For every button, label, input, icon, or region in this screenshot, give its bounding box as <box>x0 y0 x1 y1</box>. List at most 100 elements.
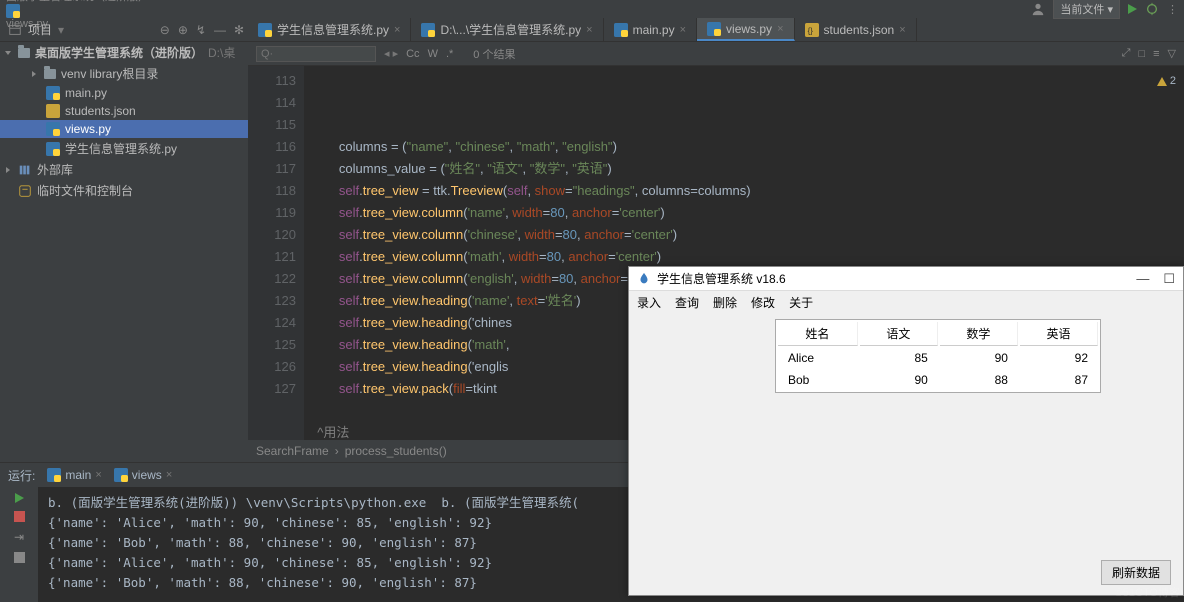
run-tab-views[interactable]: views× <box>114 468 172 482</box>
filter-icon[interactable]: ▽ <box>1168 47 1176 60</box>
python-icon <box>46 86 60 100</box>
settings-icon[interactable]: ✻ <box>230 23 248 37</box>
file-views[interactable]: views.py <box>0 120 248 138</box>
chevron-right-icon <box>6 167 10 173</box>
tab-student-system[interactable]: 学生信息管理系统.py × <box>248 18 411 41</box>
project-tool-button[interactable]: 项目 ▾ <box>0 21 72 38</box>
crumb-b: process_students() <box>345 444 447 458</box>
run-label: 运行: <box>8 467 35 484</box>
tk-menu-query[interactable]: 查询 <box>675 294 699 311</box>
refresh-button[interactable]: 刷新数据 <box>1101 560 1171 585</box>
tk-menu-delete[interactable]: 删除 <box>713 294 737 311</box>
tk-menu-bar: 录入 查询 删除 修改 关于 <box>629 291 1183 313</box>
table-row[interactable]: Alice859092 <box>778 348 1098 368</box>
step-icon[interactable] <box>14 552 25 563</box>
more-icon[interactable]: ⋮ <box>1167 3 1178 16</box>
run-config-dropdown[interactable]: 当前文件 ▾ <box>1053 0 1120 19</box>
file-label: 学生信息管理系统.py <box>65 140 177 157</box>
crumb-a: SearchFrame <box>256 444 329 458</box>
step-icon[interactable]: ⇥ <box>14 530 24 544</box>
rerun-icon[interactable] <box>15 493 24 503</box>
breadcrumb-segment[interactable]: 面版学生管理系统（进阶版） <box>6 0 149 3</box>
regex[interactable]: .* <box>446 48 453 60</box>
tk-treeview[interactable]: 姓名 语文 数学 英语 Alice859092Bob908887 <box>775 319 1101 393</box>
run-side-toolbar: ⇥ <box>0 487 38 602</box>
close-icon[interactable]: × <box>680 24 686 36</box>
scratch-icon <box>18 184 32 198</box>
close-icon[interactable]: × <box>394 24 400 36</box>
tk-icon <box>637 272 651 286</box>
search-input[interactable] <box>256 46 376 62</box>
find-results: 0 个结果 <box>473 46 515 62</box>
close-icon[interactable]: × <box>899 24 905 36</box>
tk-menu-insert[interactable]: 录入 <box>637 294 661 311</box>
scratch-console[interactable]: 临时文件和控制台 <box>0 180 248 201</box>
close-icon[interactable]: × <box>777 23 783 35</box>
minimize-icon[interactable]: — <box>1136 271 1149 287</box>
words[interactable]: W <box>428 48 438 60</box>
table-row[interactable]: Bob908887 <box>778 370 1098 390</box>
tk-window[interactable]: 学生信息管理系统 v18.6 — ☐ 录入 查询 删除 修改 关于 姓名 语文 … <box>628 266 1184 596</box>
maximize-icon[interactable]: ☐ <box>1163 271 1175 287</box>
project-sidebar[interactable]: 桌面版学生管理系统（进阶版） D:\桌 venv library根目录 main… <box>0 42 248 462</box>
line-gutter: 1131141151161171181191201211221231241251… <box>248 66 304 440</box>
tab-main[interactable]: main.py × <box>604 18 697 41</box>
project-root[interactable]: 桌面版学生管理系统（进阶版） D:\桌 <box>0 42 248 63</box>
tab-student-system-path[interactable]: D:\...\学生信息管理系统.py × <box>411 18 603 41</box>
match-case[interactable]: Cc <box>406 48 419 60</box>
find-tool-icon[interactable]: ⤢ <box>1122 47 1131 60</box>
folder-icon <box>44 69 56 79</box>
th-english[interactable]: 英语 <box>1020 322 1098 346</box>
project-root-label: 桌面版学生管理系统（进阶版） <box>35 44 203 61</box>
file-student-system[interactable]: 学生信息管理系统.py <box>0 138 248 159</box>
inspection-status[interactable]: 2 <box>1157 70 1176 92</box>
file-label: students.json <box>65 104 136 118</box>
python-icon <box>46 142 60 156</box>
run-icon[interactable] <box>1128 4 1137 14</box>
python-icon <box>46 122 60 136</box>
breadcrumb-file-icon <box>6 4 156 18</box>
find-tool-icon[interactable]: □ <box>1138 48 1145 60</box>
locate-icon[interactable]: ↯ <box>192 23 210 37</box>
debug-icon[interactable] <box>1145 2 1159 16</box>
collapse-icon[interactable]: ⊖ <box>156 23 174 37</box>
project-root-hint: D:\桌 <box>208 44 235 61</box>
external-libs[interactable]: 外部库 <box>0 159 248 180</box>
stop-icon[interactable] <box>14 511 25 522</box>
chevron-right-icon <box>32 71 36 77</box>
file-label: views.py <box>65 122 111 136</box>
find-bar: ◂ ▸ Cc W .* 0 个结果 ⤢ □ ≡ ▽ <box>248 42 1184 66</box>
project-label: 项目 <box>28 21 52 38</box>
file-main[interactable]: main.py <box>0 84 248 102</box>
tab-label: 学生信息管理系统.py <box>277 21 389 38</box>
breadcrumb-sep: › <box>152 0 156 3</box>
th-chinese[interactable]: 语文 <box>860 322 938 346</box>
warning-icon <box>1157 77 1167 86</box>
scratch-label: 临时文件和控制台 <box>37 182 133 199</box>
tab-students-json[interactable]: {} students.json × <box>795 18 917 41</box>
watermark: ©51CTO博客 <box>1115 584 1180 600</box>
close-icon[interactable]: × <box>586 24 592 36</box>
tab-label: D:\...\学生信息管理系统.py <box>440 21 581 38</box>
file-label: main.py <box>65 86 107 100</box>
run-tab-main[interactable]: main× <box>47 468 101 482</box>
venv-folder[interactable]: venv library根目录 <box>0 63 248 84</box>
tk-menu-modify[interactable]: 修改 <box>751 294 775 311</box>
find-tool-icon[interactable]: ≡ <box>1153 48 1159 60</box>
tab-label: students.json <box>824 23 895 37</box>
tab-views[interactable]: views.py × <box>697 18 794 41</box>
tab-label: main.py <box>633 23 675 37</box>
th-math[interactable]: 数学 <box>940 322 1018 346</box>
hide-icon[interactable]: — <box>210 23 230 37</box>
tk-title-text: 学生信息管理系统 v18.6 <box>657 270 786 287</box>
folder-icon <box>18 48 30 58</box>
tk-titlebar[interactable]: 学生信息管理系统 v18.6 — ☐ <box>629 267 1183 291</box>
json-icon <box>46 104 60 118</box>
file-students-json[interactable]: students.json <box>0 102 248 120</box>
expand-icon[interactable]: ⊕ <box>174 23 192 37</box>
tk-menu-about[interactable]: 关于 <box>789 294 813 311</box>
user-icon[interactable] <box>1031 2 1045 16</box>
external-label: 外部库 <box>37 161 73 178</box>
th-name[interactable]: 姓名 <box>778 322 858 346</box>
venv-label: venv library根目录 <box>61 65 158 82</box>
